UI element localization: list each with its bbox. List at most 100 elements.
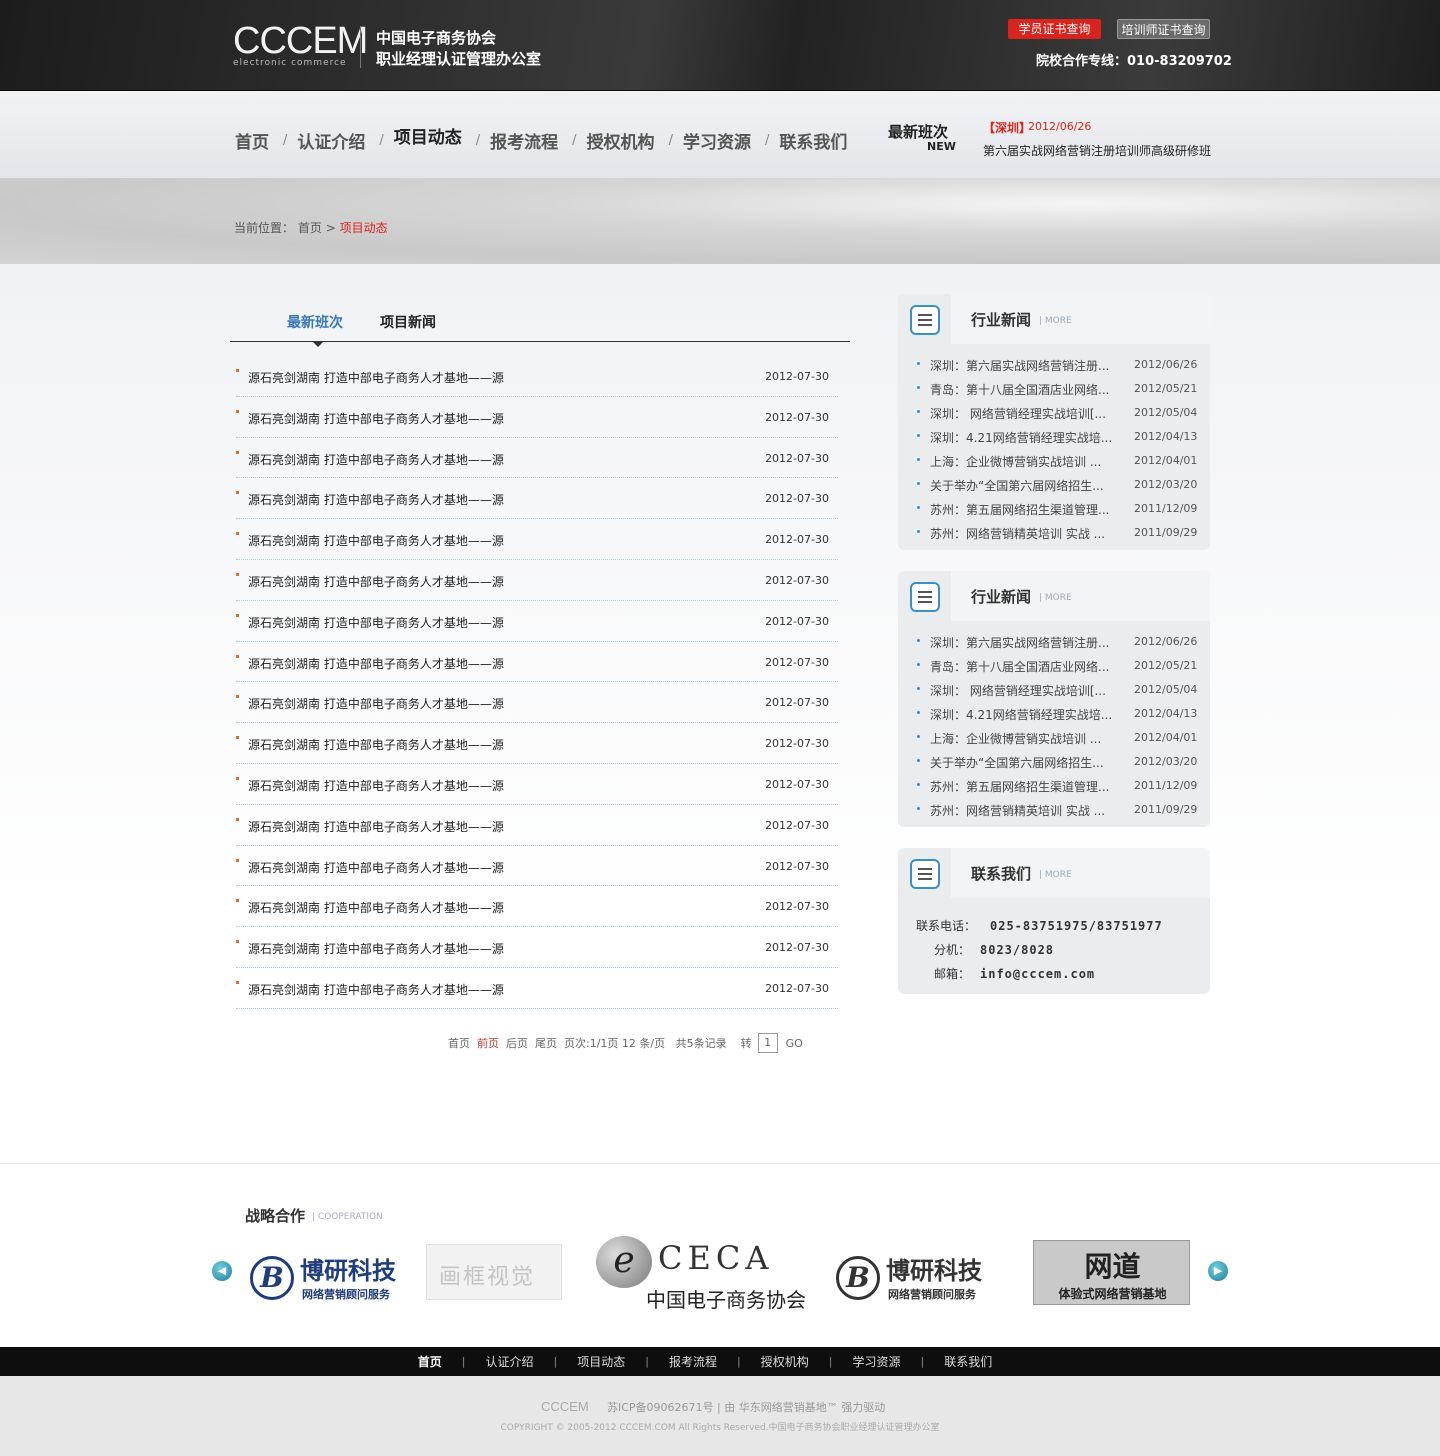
news-item[interactable]: 深圳：第六届实战网络营销注册... 2012/06/26 xyxy=(898,630,1210,654)
list-item[interactable]: 源石亮剑湖南 打造中部电子商务人才基地——源 2012-07-30 xyxy=(236,642,838,683)
news-item-title[interactable]: 深圳：第六届实战网络营销注册... xyxy=(930,634,1120,651)
list-item-title[interactable]: 源石亮剑湖南 打造中部电子商务人才基地——源 xyxy=(248,532,504,549)
news-item[interactable]: 青岛：第十八届全国酒店业网络... 2012/05/21 xyxy=(898,377,1210,401)
list-item-title[interactable]: 源石亮剑湖南 打造中部电子商务人才基地——源 xyxy=(248,451,504,468)
news-item-title[interactable]: 上海：企业微博营销实战培训 ... xyxy=(930,453,1120,470)
list-item-title[interactable]: 源石亮剑湖南 打造中部电子商务人才基地——源 xyxy=(248,573,504,590)
pager-page-input[interactable]: 1 xyxy=(757,1033,778,1053)
news-item[interactable]: 深圳： 网络营销经理实战培训[... 2012/05/04 xyxy=(898,678,1210,702)
news-item-title[interactable]: 青岛：第十八届全国酒店业网络... xyxy=(930,658,1120,675)
list-item[interactable]: 源石亮剑湖南 打造中部电子商务人才基地——源 2012-07-30 xyxy=(236,478,838,520)
list-item-title[interactable]: 源石亮剑湖南 打造中部电子商务人才基地——源 xyxy=(248,491,504,508)
list-item-title[interactable]: 源石亮剑湖南 打造中部电子商务人才基地——源 xyxy=(248,899,504,916)
news-item[interactable]: 关于举办“全国第六届网络招生... 2012/03/20 xyxy=(898,473,1210,497)
news-item-title[interactable]: 苏州：网络营销精英培训 实战 ... xyxy=(930,525,1120,542)
student-certificate-button[interactable]: 学员证书查询 xyxy=(1008,19,1101,39)
list-item-title[interactable]: 源石亮剑湖南 打造中部电子商务人才基地——源 xyxy=(248,410,504,427)
news-item[interactable]: 关于举办“全国第六届网络招生... 2012/03/20 xyxy=(898,750,1210,774)
pager-last[interactable]: 尾页 xyxy=(535,1035,557,1051)
list-item[interactable]: 源石亮剑湖南 打造中部电子商务人才基地——源 2012-07-30 xyxy=(236,927,838,968)
trainer-certificate-button[interactable]: 培训师证书查询 xyxy=(1117,19,1210,39)
list-item[interactable]: 源石亮剑湖南 打造中部电子商务人才基地——源 2012-07-30 xyxy=(236,723,838,764)
list-item[interactable]: 源石亮剑湖南 打造中部电子商务人才基地——源 2012-07-30 xyxy=(236,560,838,601)
latest-class-link[interactable]: 第六届实战网络营销注册培训师高级研修班 xyxy=(983,142,1211,159)
news-item-date: 2012/06/26 xyxy=(1134,635,1198,648)
news-item[interactable]: 深圳：第六届实战网络营销注册... 2012/06/26 xyxy=(898,353,1210,377)
footer-nav-learning[interactable]: 学习资源 xyxy=(852,1353,900,1370)
list-item[interactable]: 源石亮剑湖南 打造中部电子商务人才基地——源 2012-07-30 xyxy=(236,601,838,642)
tab-latest-classes[interactable]: 最新班次 xyxy=(287,312,343,332)
nav-learning[interactable]: 学习资源 xyxy=(683,128,751,153)
email-value[interactable]: info@cccem.com xyxy=(980,967,1095,981)
partner-logo-huakuang[interactable]: 画框视觉 xyxy=(426,1244,562,1300)
nav-certification[interactable]: 认证介绍 xyxy=(297,128,365,153)
list-item-title[interactable]: 源石亮剑湖南 打造中部电子商务人才基地——源 xyxy=(248,981,504,998)
news-item-title[interactable]: 深圳： 网络营销经理实战培训[... xyxy=(930,405,1120,422)
footer-nav-certification[interactable]: 认证介绍 xyxy=(486,1353,534,1370)
list-item-title[interactable]: 源石亮剑湖南 打造中部电子商务人才基地——源 xyxy=(248,695,504,712)
news-item[interactable]: 苏州：第五届网络招生渠道管理... 2011/12/09 xyxy=(898,497,1210,521)
news-item-title[interactable]: 上海：企业微博营销实战培训 ... xyxy=(930,730,1120,747)
news-item-title[interactable]: 青岛：第十八届全国酒店业网络... xyxy=(930,381,1120,398)
news-item[interactable]: 深圳：4.21网络营销经理实战培... 2012/04/13 xyxy=(898,425,1210,449)
list-item[interactable]: 源石亮剑湖南 打造中部电子商务人才基地——源 2012-07-30 xyxy=(236,519,838,560)
news-item[interactable]: 苏州：网络营销精英培训 实战 ... 2011/09/29 xyxy=(898,798,1210,822)
news-item[interactable]: 深圳： 网络营销经理实战培训[... 2012/05/04 xyxy=(898,401,1210,425)
pager-next[interactable]: 后页 xyxy=(506,1035,528,1051)
pager-first[interactable]: 首页 xyxy=(448,1035,470,1051)
list-item[interactable]: 源石亮剑湖南 打造中部电子商务人才基地——源 2012-07-30 xyxy=(236,438,838,479)
tab-project-news[interactable]: 项目新闻 xyxy=(380,312,436,332)
list-item[interactable]: 源石亮剑湖南 打造中部电子商务人才基地——源 2012-07-30 xyxy=(236,846,838,887)
news-item[interactable]: 苏州：网络营销精英培训 实战 ... 2011/09/29 xyxy=(898,521,1210,545)
list-item-title[interactable]: 源石亮剑湖南 打造中部电子商务人才基地——源 xyxy=(248,940,504,957)
list-item-title[interactable]: 源石亮剑湖南 打造中部电子商务人才基地——源 xyxy=(248,736,504,753)
more-link[interactable]: | MORE xyxy=(1039,316,1072,326)
footer-nav-contact[interactable]: 联系我们 xyxy=(944,1353,992,1370)
carousel-next-icon[interactable]: ▶ xyxy=(1208,1261,1228,1281)
nav-authorized-orgs[interactable]: 授权机构 xyxy=(587,128,655,153)
footer-nav-exam-process[interactable]: 报考流程 xyxy=(669,1353,717,1370)
more-link[interactable]: | MORE xyxy=(1039,870,1072,880)
footer-nav-home[interactable]: 首页 xyxy=(418,1353,442,1370)
list-item-title[interactable]: 源石亮剑湖南 打造中部电子商务人才基地——源 xyxy=(248,859,504,876)
list-item-title[interactable]: 源石亮剑湖南 打造中部电子商务人才基地——源 xyxy=(248,818,504,835)
news-item[interactable]: 深圳：4.21网络营销经理实战培... 2012/04/13 xyxy=(898,702,1210,726)
news-item-title[interactable]: 苏州：网络营销精英培训 实战 ... xyxy=(930,802,1120,819)
list-item-title[interactable]: 源石亮剑湖南 打造中部电子商务人才基地——源 xyxy=(248,614,504,631)
list-item[interactable]: 源石亮剑湖南 打造中部电子商务人才基地——源 2012-07-30 xyxy=(236,968,838,1009)
nav-exam-process[interactable]: 报考流程 xyxy=(490,128,558,153)
list-item[interactable]: 源石亮剑湖南 打造中部电子商务人才基地——源 2012-07-30 xyxy=(236,886,838,928)
logo[interactable]: CCCEM electronic commerce xyxy=(233,22,368,68)
footer-nav-authorized-orgs[interactable]: 授权机构 xyxy=(761,1353,809,1370)
news-item[interactable]: 青岛：第十八届全国酒店业网络... 2012/05/21 xyxy=(898,654,1210,678)
news-item-title[interactable]: 深圳：4.21网络营销经理实战培... xyxy=(930,706,1120,723)
list-item[interactable]: 源石亮剑湖南 打造中部电子商务人才基地——源 2012-07-30 xyxy=(236,356,838,397)
list-item[interactable]: 源石亮剑湖南 打造中部电子商务人才基地——源 2012-07-30 xyxy=(236,805,838,846)
nav-project-news[interactable]: 项目动态 xyxy=(394,123,462,148)
list-item[interactable]: 源石亮剑湖南 打造中部电子商务人才基地——源 2012-07-30 xyxy=(236,682,838,724)
news-item[interactable]: 苏州：第五届网络招生渠道管理... 2011/12/09 xyxy=(898,774,1210,798)
footer-nav-project-news[interactable]: 项目动态 xyxy=(577,1353,625,1370)
news-item-title[interactable]: 深圳：4.21网络营销经理实战培... xyxy=(930,429,1120,446)
breadcrumb-home[interactable]: 首页 xyxy=(298,221,322,235)
news-item[interactable]: 上海：企业微博营销实战培训 ... 2012/04/01 xyxy=(898,449,1210,473)
news-item-title[interactable]: 苏州：第五届网络招生渠道管理... xyxy=(930,501,1120,518)
news-item-title[interactable]: 关于举办“全国第六届网络招生... xyxy=(930,477,1120,494)
news-item-title[interactable]: 关于举办“全国第六届网络招生... xyxy=(930,754,1120,771)
list-item-title[interactable]: 源石亮剑湖南 打造中部电子商务人才基地——源 xyxy=(248,369,504,386)
pager-go-button[interactable]: GO xyxy=(786,1037,803,1050)
list-item[interactable]: 源石亮剑湖南 打造中部电子商务人才基地——源 2012-07-30 xyxy=(236,764,838,805)
list-item[interactable]: 源石亮剑湖南 打造中部电子商务人才基地——源 2012-07-30 xyxy=(236,397,838,438)
list-item-title[interactable]: 源石亮剑湖南 打造中部电子商务人才基地——源 xyxy=(248,655,504,672)
nav-home[interactable]: 首页 xyxy=(235,128,269,153)
more-link[interactable]: | MORE xyxy=(1039,593,1072,603)
pager-prev[interactable]: 前页 xyxy=(477,1035,499,1051)
list-item-title[interactable]: 源石亮剑湖南 打造中部电子商务人才基地——源 xyxy=(248,777,504,794)
news-item-title[interactable]: 深圳：第六届实战网络营销注册... xyxy=(930,357,1120,374)
carousel-prev-icon[interactable]: ◀ xyxy=(212,1261,232,1281)
news-item-title[interactable]: 苏州：第五届网络招生渠道管理... xyxy=(930,778,1120,795)
nav-contact[interactable]: 联系我们 xyxy=(779,128,847,153)
news-item-title[interactable]: 深圳： 网络营销经理实战培训[... xyxy=(930,682,1120,699)
news-item[interactable]: 上海：企业微博营销实战培训 ... 2012/04/01 xyxy=(898,726,1210,750)
partner-logo-wangdao[interactable]: 网道 体验式网络营销基地 xyxy=(1033,1240,1190,1305)
